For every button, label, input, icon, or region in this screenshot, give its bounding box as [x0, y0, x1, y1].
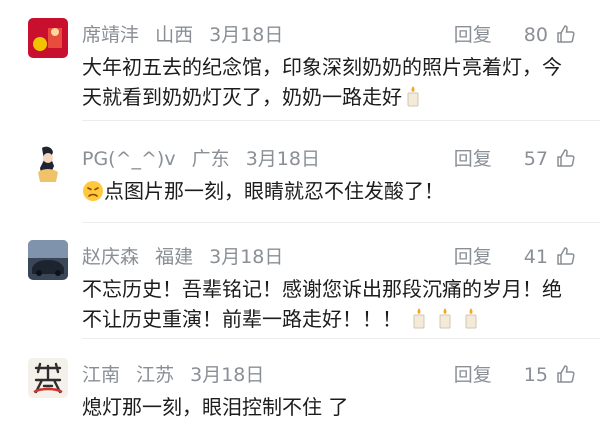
avatar[interactable] [28, 358, 68, 398]
divider [82, 120, 600, 121]
candle-icon [438, 307, 452, 329]
date: 3月18日 [209, 246, 284, 268]
text-line: 点图片那一刻，眼睛就忍不住发酸了！ [104, 179, 444, 203]
comment-meta: 江南 江苏 3月18日 [82, 362, 274, 388]
avatar[interactable] [28, 142, 68, 182]
text-line: 不让历史重演！前辈一路走好！！！ [82, 307, 402, 331]
divider [82, 338, 600, 339]
text-line: 天就看到奶奶灯灭了，奶奶一路走好 [82, 85, 402, 109]
date: 3月18日 [190, 364, 265, 386]
avatar[interactable] [28, 18, 68, 58]
thumbs-up-icon[interactable] [556, 148, 576, 168]
thumbs-up-icon[interactable] [556, 246, 576, 266]
location: 江苏 [136, 364, 175, 386]
date: 3月18日 [209, 24, 284, 46]
reply-button[interactable]: 回复 [454, 246, 492, 268]
comment-actions: 回复 80 [454, 22, 576, 48]
comment-text: 不忘历史！吾辈铭记！感谢您诉出那段沉痛的岁月！绝 不让历史重演！前辈一路走好！！… [82, 274, 582, 334]
location: 福建 [155, 246, 194, 268]
sad-face-emoji [82, 180, 104, 202]
divider [82, 222, 600, 223]
reply-button[interactable]: 回复 [454, 24, 492, 46]
comment-text: 点图片那一刻，眼睛就忍不住发酸了！ [82, 176, 582, 206]
thumbs-up-icon[interactable] [556, 364, 576, 384]
comment-text: 大年初五去的纪念馆，印象深刻奶奶的照片亮着灯，今 天就看到奶奶灯灭了，奶奶一路走… [82, 52, 582, 112]
like-count: 15 [523, 364, 548, 386]
candle-icon [412, 307, 426, 329]
username[interactable]: 江南 [82, 364, 120, 386]
text-line: 不忘历史！吾辈铭记！感谢您诉出那段沉痛的岁月！绝 [82, 277, 562, 301]
reply-button[interactable]: 回复 [454, 364, 492, 386]
text-line: 熄灯那一刻，眼泪控制不住 了 [82, 395, 349, 419]
username[interactable]: 赵庆森 [82, 246, 139, 268]
comment-meta: PG(^_^)v 广东 3月18日 [82, 146, 330, 172]
candle-icon [406, 85, 420, 107]
comment-meta: 赵庆森 福建 3月18日 [82, 244, 293, 270]
comment-meta: 席靖沣 山西 3月18日 [82, 22, 293, 48]
location: 山西 [155, 24, 194, 46]
comment-actions: 回复 15 [454, 362, 576, 388]
like-count: 80 [523, 24, 548, 46]
thumbs-up-icon[interactable] [556, 24, 576, 44]
comment-actions: 回复 57 [454, 146, 576, 172]
username[interactable]: 席靖沣 [82, 24, 139, 46]
username[interactable]: PG(^_^)v [82, 148, 176, 170]
date: 3月18日 [245, 148, 320, 170]
location: 广东 [191, 148, 230, 170]
comment-text: 熄灯那一刻，眼泪控制不住 了 [82, 392, 582, 422]
like-count: 41 [523, 246, 548, 268]
candle-icon [464, 307, 478, 329]
avatar[interactable] [28, 240, 68, 280]
text-line: 大年初五去的纪念馆，印象深刻奶奶的照片亮着灯，今 [82, 55, 562, 79]
reply-button[interactable]: 回复 [454, 148, 492, 170]
comment-actions: 回复 41 [454, 244, 576, 270]
like-count: 57 [523, 148, 548, 170]
